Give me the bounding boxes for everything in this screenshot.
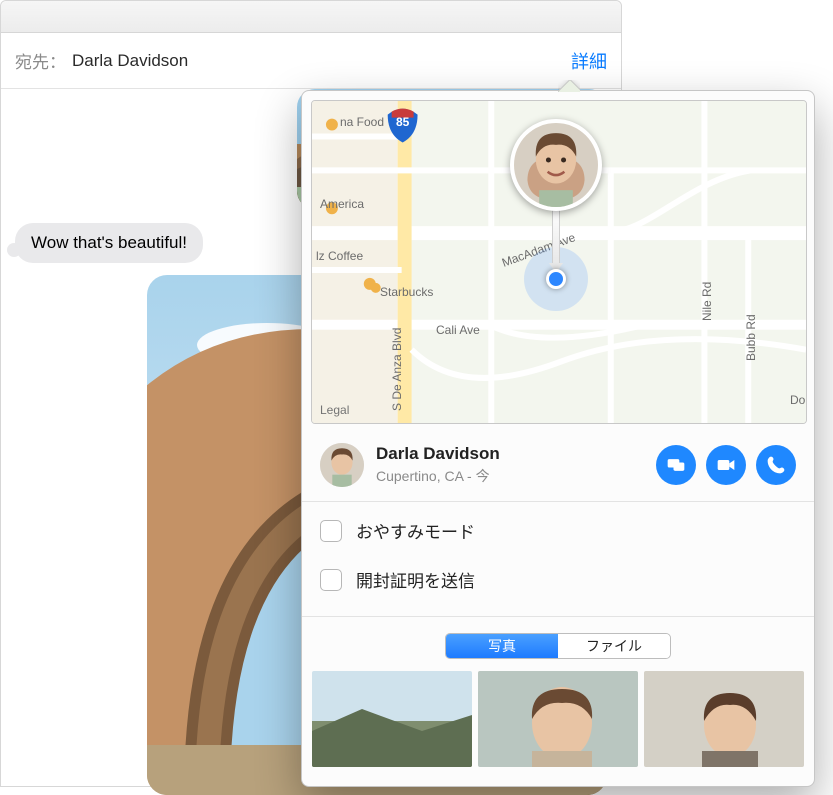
contact-text: Darla Davidson Cupertino, CA - 今: [376, 444, 500, 486]
screenshare-button[interactable]: [656, 445, 696, 485]
window-titlebar: [1, 1, 621, 33]
contact-action-buttons: [656, 445, 796, 485]
to-bar: 宛先： Darla Davidson 詳細: [1, 33, 621, 89]
segment-files[interactable]: ファイル: [558, 634, 670, 658]
avatar-pin-stem: [552, 207, 560, 267]
send-read-receipts-row[interactable]: 開封証明を送信: [302, 559, 814, 608]
attachments-segmented-control[interactable]: 写真 ファイル: [445, 633, 671, 659]
photo-strip: [302, 671, 814, 767]
contact-avatar-pin[interactable]: [510, 119, 602, 211]
segmented-control-wrap: 写真 ファイル: [302, 617, 814, 671]
to-field-label: 宛先：: [15, 48, 66, 73]
to-field-name[interactable]: Darla Davidson: [72, 51, 188, 71]
photo-thumb[interactable]: [312, 671, 472, 767]
incoming-message-text: Wow that's beautiful!: [31, 233, 187, 252]
contact-avatar-small[interactable]: [320, 443, 364, 487]
details-popover: na Food America lz Coffee Starbucks Cali…: [301, 90, 815, 787]
popover-caret: [558, 80, 580, 92]
options-section: おやすみモード 開封証明を送信: [302, 502, 814, 617]
video-call-button[interactable]: [706, 445, 746, 485]
current-location-dot: [546, 269, 566, 289]
map-legal-link[interactable]: Legal: [320, 403, 349, 417]
photo-thumb[interactable]: [478, 671, 638, 767]
screenshare-icon: [666, 455, 686, 475]
video-icon: [716, 455, 736, 475]
contact-name: Darla Davidson: [376, 444, 500, 464]
incoming-message-bubble[interactable]: Wow that's beautiful!: [15, 223, 203, 263]
phone-icon: [766, 455, 786, 475]
segment-photos[interactable]: 写真: [446, 634, 558, 658]
send-read-receipts-checkbox[interactable]: [320, 569, 342, 591]
do-not-disturb-checkbox[interactable]: [320, 520, 342, 542]
do-not-disturb-label: おやすみモード: [356, 518, 475, 543]
audio-call-button[interactable]: [756, 445, 796, 485]
photo-thumb[interactable]: [644, 671, 804, 767]
details-button[interactable]: 詳細: [571, 48, 607, 74]
send-read-receipts-label: 開封証明を送信: [356, 567, 475, 592]
do-not-disturb-row[interactable]: おやすみモード: [302, 502, 814, 559]
contact-row: Darla Davidson Cupertino, CA - 今: [302, 433, 814, 502]
location-map[interactable]: na Food America lz Coffee Starbucks Cali…: [311, 100, 807, 424]
contact-location-line: Cupertino, CA - 今: [376, 466, 500, 486]
